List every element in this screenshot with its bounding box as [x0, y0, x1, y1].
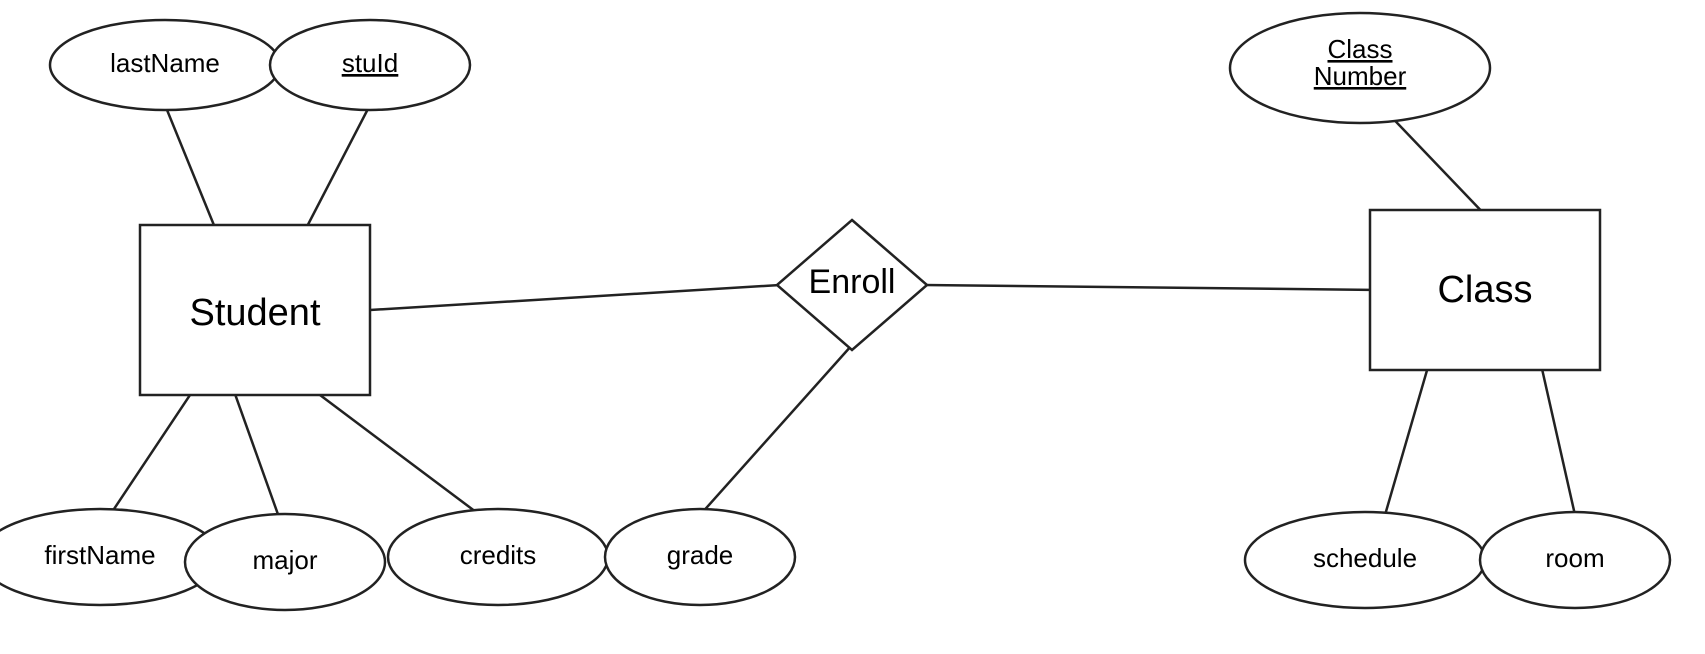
attr-firstName-label: firstName — [44, 540, 155, 570]
er-diagram: lastName stuId firstName major credits g… — [0, 0, 1705, 649]
attr-lastName-label: lastName — [110, 48, 220, 78]
entity-class-label: Class — [1437, 269, 1532, 311]
attr-stuId-label: stuId — [342, 48, 398, 78]
attr-schedule-label: schedule — [1313, 543, 1417, 573]
attr-classNumber-label-2: Number — [1314, 61, 1407, 91]
attr-major-label: major — [252, 545, 317, 575]
attr-room-label: room — [1545, 543, 1604, 573]
attr-grade-label: grade — [667, 540, 734, 570]
attr-classNumber-label-1: Class — [1327, 34, 1392, 64]
attr-credits-label: credits — [460, 540, 537, 570]
rel-enroll-label: Enroll — [809, 263, 896, 301]
entity-student-label: Student — [190, 292, 321, 334]
